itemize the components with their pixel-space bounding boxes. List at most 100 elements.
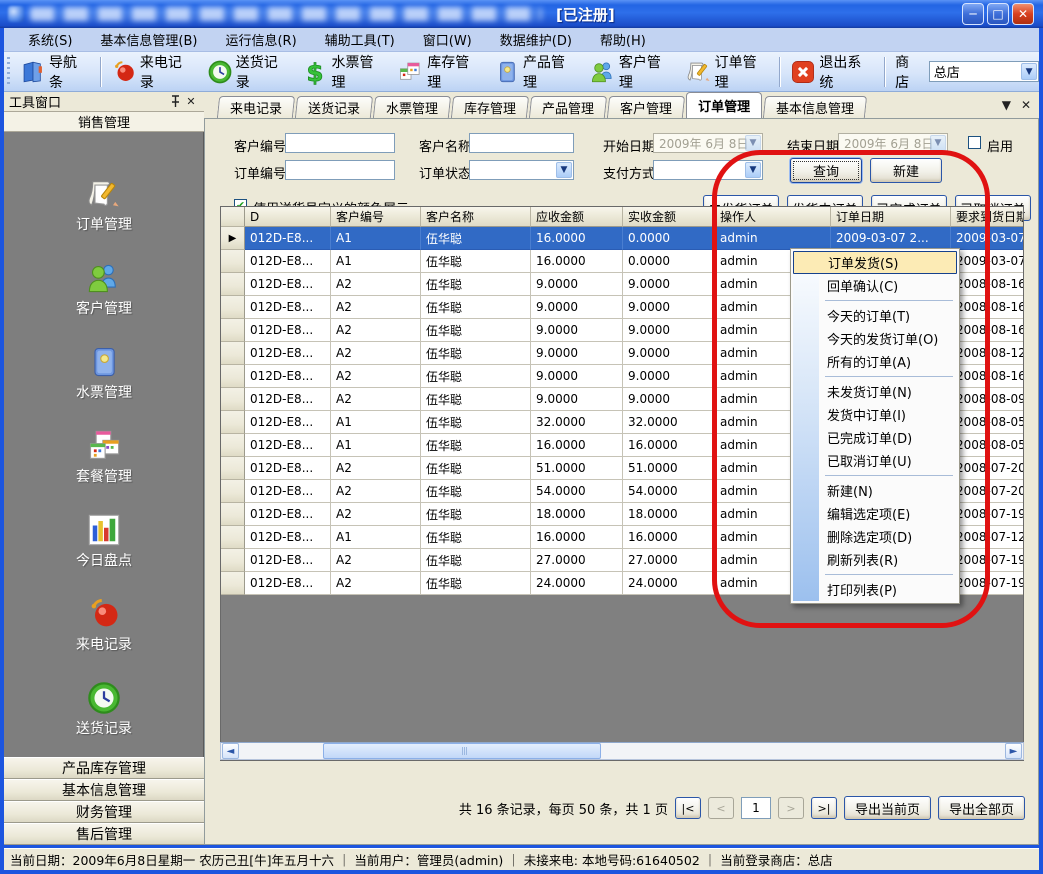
maximize-button[interactable]: □ (987, 3, 1009, 25)
column-header-订单日期[interactable]: 订单日期 (831, 207, 951, 227)
sidebar-category-产品库存管理[interactable]: 产品库存管理 (4, 757, 204, 779)
context-menu-item-所有的订单(A)[interactable]: 所有的订单(A) (793, 350, 957, 373)
store-select[interactable]: 总店▼ (929, 61, 1039, 82)
sidebar-category-sales[interactable]: 销售管理 (4, 112, 204, 132)
next-page-button[interactable]: > (778, 797, 804, 819)
enable-checkbox[interactable] (968, 136, 981, 149)
table-row[interactable]: ▶012D-E8...A1伍华聪16.00000.0000admin2009-0… (221, 227, 1023, 250)
tab-客户管理[interactable]: 客户管理 (607, 96, 685, 118)
context-menu-item-刷新列表(R)[interactable]: 刷新列表(R) (793, 548, 957, 571)
page-number-input[interactable]: 1 (741, 797, 771, 819)
menu-item-0[interactable]: 系统(S) (14, 28, 86, 51)
menu-item-2[interactable]: 运行信息(R) (211, 28, 310, 51)
column-header-D[interactable]: D (245, 207, 331, 227)
tab-库存管理[interactable]: 库存管理 (451, 96, 529, 118)
query-button[interactable]: 查询 (790, 158, 862, 183)
context-menu-item-编辑选定项(E)[interactable]: 编辑选定项(E) (793, 502, 957, 525)
toolbar-button-导航条[interactable]: 导航条 (14, 50, 96, 94)
order-status-arrow-icon[interactable]: ▼ (556, 162, 572, 178)
toolbar-button-订单管理[interactable]: 订单管理 (680, 50, 776, 94)
context-menu-item-删除选定项(D)[interactable]: 删除选定项(D) (793, 525, 957, 548)
column-header-要求到货日期[interactable]: 要求到货日期 (951, 207, 1024, 227)
toolbar-button-label: 水票管理 (331, 52, 386, 92)
sidebar-category-财务管理[interactable]: 财务管理 (4, 801, 204, 823)
product-icon (494, 59, 520, 85)
sidebar-item-客户管理[interactable]: 客户管理 (76, 260, 132, 318)
toolbar-button-水票管理[interactable]: $水票管理 (296, 50, 392, 94)
pin-icon[interactable] (167, 94, 183, 109)
last-page-button[interactable]: >| (811, 797, 837, 819)
record-summary: 共 16 条记录，每页 50 条，共 1 页 (459, 799, 668, 818)
tab-close-icon[interactable]: ✕ (1021, 98, 1031, 112)
column-header-客户编号[interactable]: 客户编号 (331, 207, 421, 227)
menu-item-3[interactable]: 辅助工具(T) (311, 28, 409, 51)
column-header-应收金额[interactable]: 应收金额 (531, 207, 623, 227)
context-menu-item-今天的发货订单(O)[interactable]: 今天的发货订单(O) (793, 327, 957, 350)
horizontal-scrollbar[interactable]: ◄ ► (220, 742, 1024, 760)
end-date-picker[interactable]: 2009年 6月 8日 ▼ (838, 133, 948, 153)
column-header-操作人[interactable]: 操作人 (715, 207, 831, 227)
customer-icon (86, 260, 122, 296)
tab-基本信息管理[interactable]: 基本信息管理 (763, 96, 867, 118)
context-menu-item-已完成订单(D)[interactable]: 已完成订单(D) (793, 426, 957, 449)
tab-dropdown-icon[interactable]: ▼ (1002, 98, 1011, 112)
sidebar-close-icon[interactable]: ✕ (183, 94, 199, 109)
context-menu-item-今天的订单(T)[interactable]: 今天的订单(T) (793, 304, 957, 327)
sidebar-category-售后管理[interactable]: 售后管理 (4, 823, 204, 845)
export-current-page-button[interactable]: 导出当前页 (844, 796, 931, 820)
pay-method-arrow-icon[interactable]: ▼ (745, 162, 761, 178)
end-date-arrow-icon[interactable]: ▼ (930, 135, 946, 151)
sidebar-item-今日盘点[interactable]: 今日盘点 (76, 512, 132, 570)
tab-产品管理[interactable]: 产品管理 (529, 96, 607, 118)
new-button[interactable]: 新建 (870, 158, 942, 183)
sidebar-item-送货记录[interactable]: 送货记录 (76, 680, 132, 738)
context-menu-item-发货中订单(I)[interactable]: 发货中订单(I) (793, 403, 957, 426)
toolbar-grip[interactable] (7, 57, 10, 87)
scroll-right-icon[interactable]: ► (1005, 743, 1022, 759)
order-status-select[interactable]: ▼ (469, 160, 574, 180)
close-button[interactable]: ✕ (1012, 3, 1034, 25)
menu-item-6[interactable]: 帮助(H) (586, 28, 660, 51)
scrollbar-thumb[interactable] (323, 743, 601, 759)
tab-订单管理[interactable]: 订单管理 (686, 92, 762, 118)
table-cell: 32.0000 (531, 411, 623, 434)
toolbar-button-客户管理[interactable]: 客户管理 (584, 50, 680, 94)
toolbar-button-退出系统[interactable]: 退出系统 (784, 50, 880, 94)
context-menu-item-订单发货(S)[interactable]: 订单发货(S) (793, 251, 957, 274)
context-menu-item-打印列表(P)[interactable]: 打印列表(P) (793, 578, 957, 601)
sidebar-item-来电记录[interactable]: 来电记录 (76, 596, 132, 654)
menu-item-1[interactable]: 基本信息管理(B) (86, 28, 211, 51)
sidebar-item-套餐管理[interactable]: 套餐管理 (76, 428, 132, 486)
store-dropdown-arrow-icon[interactable]: ▼ (1021, 63, 1037, 80)
start-date-arrow-icon[interactable]: ▼ (745, 135, 761, 151)
tab-送货记录[interactable]: 送货记录 (295, 96, 373, 118)
toolbar-button-送货记录[interactable]: 送货记录 (201, 50, 297, 94)
pay-method-select[interactable]: ▼ (653, 160, 763, 180)
scroll-left-icon[interactable]: ◄ (222, 743, 239, 759)
column-header-客户名称[interactable]: 客户名称 (421, 207, 531, 227)
sidebar-category-基本信息管理[interactable]: 基本信息管理 (4, 779, 204, 801)
context-menu-item-回单确认(C)[interactable]: 回单确认(C) (793, 274, 957, 297)
toolbar-button-库存管理[interactable]: 库存管理 (392, 50, 488, 94)
menu-item-5[interactable]: 数据维护(D) (486, 28, 586, 51)
sidebar-item-订单管理[interactable]: 订单管理 (76, 176, 132, 234)
tab-来电记录[interactable]: 来电记录 (217, 96, 295, 118)
prev-page-button[interactable]: < (708, 797, 734, 819)
context-menu-item-新建(N)[interactable]: 新建(N) (793, 479, 957, 502)
context-menu-item-已取消订单(U)[interactable]: 已取消订单(U) (793, 449, 957, 472)
customer-name-input[interactable] (469, 133, 574, 153)
first-page-button[interactable]: |< (675, 797, 701, 819)
toolbar-button-产品管理[interactable]: 产品管理 (488, 50, 584, 94)
start-date-picker[interactable]: 2009年 6月 8日 ▼ (653, 133, 763, 153)
menu-item-4[interactable]: 窗口(W) (409, 28, 486, 51)
order-no-input[interactable] (285, 160, 395, 180)
export-all-pages-button[interactable]: 导出全部页 (938, 796, 1025, 820)
context-menu-item-未发货订单(N)[interactable]: 未发货订单(N) (793, 380, 957, 403)
minimize-button[interactable]: ─ (962, 3, 984, 25)
tab-水票管理[interactable]: 水票管理 (373, 96, 451, 118)
column-header-实收金额[interactable]: 实收金额 (623, 207, 715, 227)
customer-no-input[interactable] (285, 133, 395, 153)
toolbar-button-来电记录[interactable]: 来电记录 (105, 50, 201, 94)
sidebar-item-水票管理[interactable]: 水票管理 (76, 344, 132, 402)
grid-corner-cell (221, 207, 245, 227)
